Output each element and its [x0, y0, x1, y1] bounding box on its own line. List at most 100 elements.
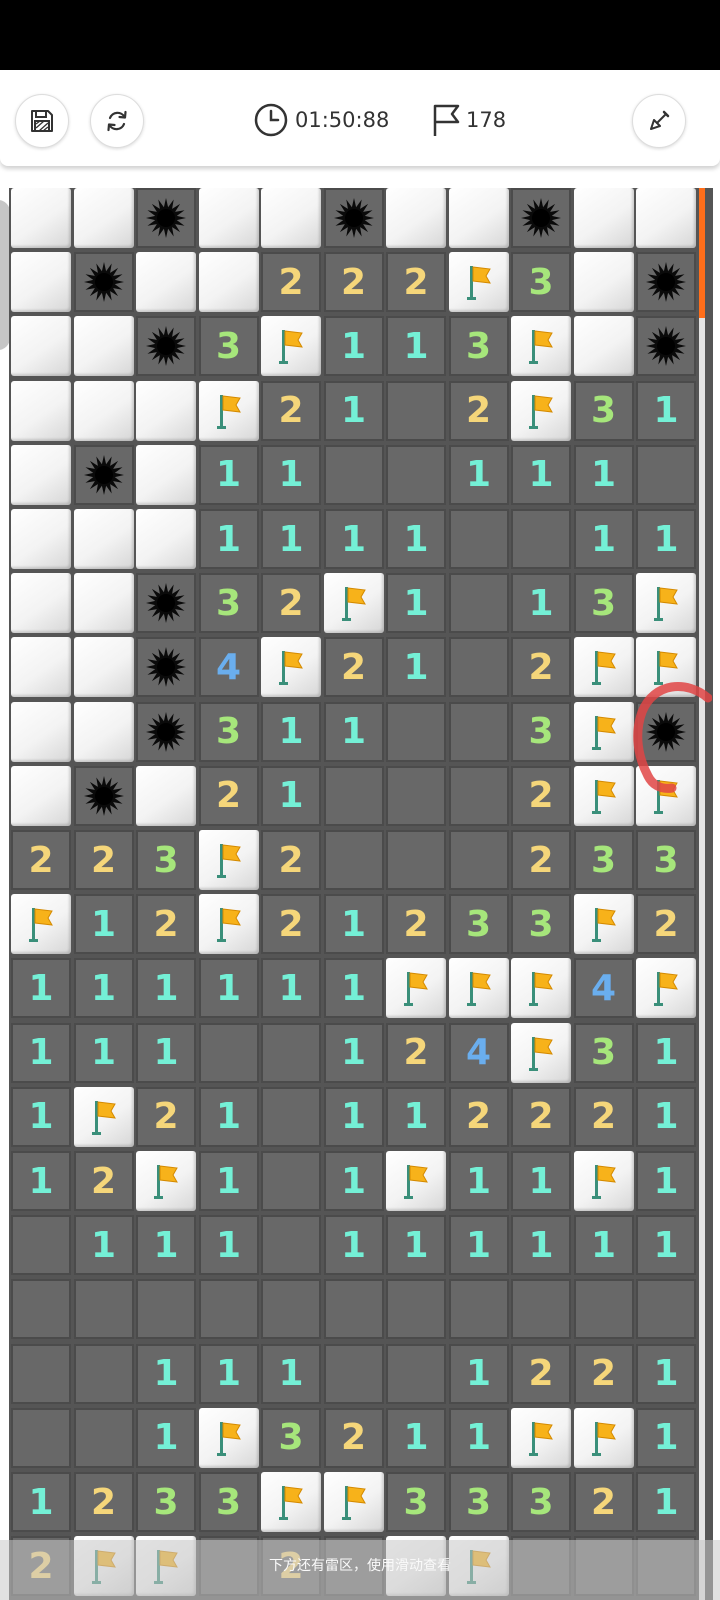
flagged-cell[interactable]	[573, 894, 634, 955]
number-cell[interactable]: 1	[573, 1215, 634, 1276]
flagged-cell[interactable]	[511, 380, 571, 441]
flagged-cell[interactable]	[573, 1151, 634, 1211]
number-cell[interactable]: 3	[636, 830, 696, 890]
hidden-cell[interactable]	[73, 380, 134, 441]
number-cell[interactable]: 2	[573, 1343, 634, 1404]
open-empty-cell[interactable]	[73, 1279, 134, 1340]
number-cell[interactable]: 3	[511, 701, 571, 762]
flagged-cell[interactable]	[573, 1407, 634, 1468]
hidden-cell[interactable]	[11, 316, 71, 377]
number-cell[interactable]: 2	[511, 1343, 571, 1404]
number-cell[interactable]: 1	[386, 509, 446, 569]
flagged-cell[interactable]	[136, 1151, 196, 1211]
open-empty-cell[interactable]	[323, 1343, 384, 1404]
flagged-cell[interactable]	[198, 894, 259, 955]
number-cell[interactable]: 1	[386, 637, 446, 698]
number-cell[interactable]: 4	[448, 1022, 509, 1083]
hidden-cell[interactable]	[386, 188, 446, 248]
open-empty-cell[interactable]	[386, 1343, 446, 1404]
open-empty-cell[interactable]	[323, 444, 384, 505]
number-cell[interactable]: 1	[386, 1407, 446, 1468]
flagged-cell[interactable]	[198, 380, 259, 441]
save-button[interactable]	[15, 94, 69, 148]
number-cell[interactable]: 2	[573, 1086, 634, 1147]
number-cell[interactable]: 2	[386, 1022, 446, 1083]
flagged-cell[interactable]	[573, 765, 634, 826]
flagged-cell[interactable]	[448, 958, 509, 1019]
flagged-cell[interactable]	[198, 830, 259, 890]
number-cell[interactable]: 1	[636, 509, 696, 569]
shovel-button[interactable]	[632, 94, 686, 148]
mine-cell[interactable]	[136, 701, 196, 762]
number-cell[interactable]: 1	[323, 958, 384, 1019]
open-empty-cell[interactable]	[261, 1086, 321, 1147]
number-cell[interactable]: 1	[323, 1086, 384, 1147]
number-cell[interactable]: 1	[636, 1086, 696, 1147]
flagged-cell[interactable]	[73, 1086, 134, 1147]
number-cell[interactable]: 2	[386, 894, 446, 955]
hidden-cell[interactable]	[198, 188, 259, 248]
hidden-cell[interactable]	[573, 252, 634, 313]
number-cell[interactable]: 1	[323, 1022, 384, 1083]
number-cell[interactable]: 2	[323, 1407, 384, 1468]
number-cell[interactable]: 2	[73, 830, 134, 890]
number-cell[interactable]: 1	[448, 1343, 509, 1404]
open-empty-cell[interactable]	[198, 1022, 259, 1083]
mine-cell[interactable]	[136, 188, 196, 248]
number-cell[interactable]: 1	[573, 509, 634, 569]
flagged-cell[interactable]	[261, 637, 321, 698]
mine-cell[interactable]	[636, 701, 696, 762]
number-cell[interactable]: 1	[136, 1022, 196, 1083]
number-cell[interactable]: 3	[511, 1472, 571, 1532]
number-cell[interactable]: 3	[448, 316, 509, 377]
hidden-cell[interactable]	[11, 765, 71, 826]
number-cell[interactable]: 2	[636, 894, 696, 955]
flagged-cell[interactable]	[636, 637, 696, 698]
number-cell[interactable]: 1	[636, 380, 696, 441]
open-empty-cell[interactable]	[448, 573, 509, 634]
flagged-cell[interactable]	[636, 573, 696, 634]
number-cell[interactable]: 1	[386, 573, 446, 634]
open-empty-cell[interactable]	[448, 765, 509, 826]
open-empty-cell[interactable]	[323, 830, 384, 890]
number-cell[interactable]: 1	[261, 701, 321, 762]
number-cell[interactable]: 1	[323, 1215, 384, 1276]
number-cell[interactable]: 2	[511, 765, 571, 826]
restart-button[interactable]	[90, 94, 144, 148]
mine-cell[interactable]	[136, 316, 196, 377]
number-cell[interactable]: 1	[448, 1215, 509, 1276]
flagged-cell[interactable]	[261, 1472, 321, 1532]
number-cell[interactable]: 2	[198, 765, 259, 826]
hidden-cell[interactable]	[261, 188, 321, 248]
number-cell[interactable]: 1	[573, 444, 634, 505]
number-cell[interactable]: 3	[136, 830, 196, 890]
number-cell[interactable]: 3	[573, 1022, 634, 1083]
hidden-cell[interactable]	[573, 316, 634, 377]
number-cell[interactable]: 1	[198, 509, 259, 569]
number-cell[interactable]: 2	[573, 1472, 634, 1532]
flagged-cell[interactable]	[511, 1022, 571, 1083]
number-cell[interactable]: 1	[636, 1215, 696, 1276]
open-empty-cell[interactable]	[11, 1343, 71, 1404]
number-cell[interactable]: 1	[73, 1022, 134, 1083]
flagged-cell[interactable]	[511, 958, 571, 1019]
number-cell[interactable]: 2	[511, 830, 571, 890]
number-cell[interactable]: 2	[323, 637, 384, 698]
hidden-cell[interactable]	[11, 573, 71, 634]
number-cell[interactable]: 1	[11, 1151, 71, 1211]
hidden-cell[interactable]	[11, 444, 71, 505]
number-cell[interactable]: 1	[11, 1472, 71, 1532]
open-empty-cell[interactable]	[386, 380, 446, 441]
hidden-cell[interactable]	[136, 444, 196, 505]
number-cell[interactable]: 1	[636, 1343, 696, 1404]
number-cell[interactable]: 1	[198, 444, 259, 505]
number-cell[interactable]: 2	[261, 894, 321, 955]
hidden-cell[interactable]	[73, 509, 134, 569]
hidden-cell[interactable]	[73, 316, 134, 377]
number-cell[interactable]: 1	[323, 316, 384, 377]
hidden-cell[interactable]	[11, 701, 71, 762]
hidden-cell[interactable]	[573, 188, 634, 248]
number-cell[interactable]: 1	[386, 1215, 446, 1276]
open-empty-cell[interactable]	[73, 1343, 134, 1404]
open-empty-cell[interactable]	[323, 765, 384, 826]
